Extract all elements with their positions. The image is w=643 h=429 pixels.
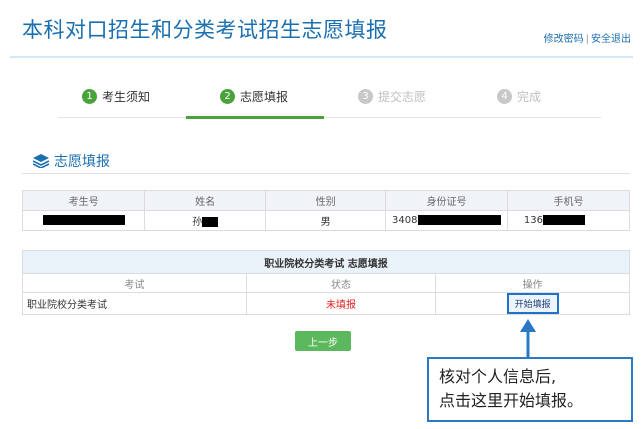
step-4-number: 4 — [497, 89, 512, 104]
table-row: 职业院校分类考试 未填报 开始填报 — [22, 292, 630, 315]
step-2-label: 志愿填报 — [240, 90, 289, 104]
steps-track — [58, 117, 601, 118]
header-exam: 考试 — [22, 273, 247, 293]
redaction-bar — [417, 215, 501, 225]
name-visible: 孙 — [192, 217, 203, 228]
cell-exam-number — [21, 210, 146, 231]
exam-table: 职业院校分类考试 志愿填报 考试 状态 操作 职业院校分类考试 未填报 开始填报 — [22, 250, 630, 315]
exam-table-header-row: 考试 状态 操作 — [22, 273, 630, 293]
header-id-number: 身份证号 — [385, 190, 508, 211]
phone-visible: 136 — [523, 215, 543, 226]
step-1-number: 1 — [82, 89, 97, 104]
header-divider — [10, 56, 633, 58]
section-title: 志愿填报 — [54, 154, 110, 170]
cell-action: 开始填报 — [435, 292, 630, 315]
header-status: 状态 — [245, 273, 437, 293]
callout-line-2: 点击这里开始填报。 — [439, 391, 584, 410]
cell-status: 未填报 — [245, 292, 437, 315]
redaction-bar — [202, 217, 219, 227]
header-phone: 手机号 — [506, 190, 631, 211]
redaction-bar — [42, 215, 125, 225]
step-4-label: 完成 — [517, 90, 542, 104]
cell-id-number: 3408 — [385, 210, 508, 231]
callout-line-1: 核对个人信息后, — [439, 367, 557, 386]
section-heading: 志愿填报 — [33, 151, 110, 171]
cell-name: 孙 — [144, 210, 267, 231]
callout-arrow-icon — [520, 319, 536, 359]
cell-gender: 男 — [265, 210, 387, 231]
step-3: 3 提交志愿 — [358, 88, 426, 105]
annotation-callout: 核对个人信息后, 点击这里开始填报。 — [427, 357, 633, 422]
student-info-header-row: 考生号 姓名 性别 身份证号 手机号 — [21, 190, 631, 211]
section-divider — [22, 173, 630, 174]
layers-icon — [33, 154, 49, 168]
exam-table-caption: 职业院校分类考试 志愿填报 — [22, 250, 630, 274]
header-action: 操作 — [435, 273, 630, 293]
step-1: 1 考生须知 — [82, 88, 150, 105]
header-separator: | — [585, 34, 589, 45]
step-3-number: 3 — [358, 89, 373, 104]
step-2-number: 2 — [220, 89, 235, 104]
page-title: 本科对口招生和分类考试招生志愿填报 — [22, 18, 388, 42]
start-filling-button[interactable]: 开始填报 — [506, 293, 559, 314]
previous-step-button[interactable]: 上一步 — [295, 331, 351, 351]
header-gender: 性别 — [265, 190, 387, 211]
step-1-label: 考生须知 — [102, 90, 151, 104]
logout-link[interactable]: 安全退出 — [591, 34, 631, 45]
header-exam-number: 考生号 — [21, 190, 146, 211]
change-password-link[interactable]: 修改密码 — [544, 34, 584, 45]
header-links: 修改密码 | 安全退出 — [544, 30, 631, 45]
redaction-bar — [543, 215, 585, 225]
step-3-label: 提交志愿 — [378, 90, 427, 104]
student-info-table: 考生号 姓名 性别 身份证号 手机号 孙 男 3408 136 — [21, 190, 631, 231]
student-info-row: 孙 男 3408 136 — [21, 210, 631, 231]
header-name: 姓名 — [144, 190, 267, 211]
steps-active-indicator — [186, 116, 324, 119]
cell-phone: 136 — [506, 210, 631, 231]
step-2: 2 志愿填报 — [220, 88, 288, 105]
id-visible: 3408 — [392, 215, 418, 226]
step-4: 4 完成 — [497, 88, 541, 105]
cell-exam-name: 职业院校分类考试 — [22, 292, 247, 315]
